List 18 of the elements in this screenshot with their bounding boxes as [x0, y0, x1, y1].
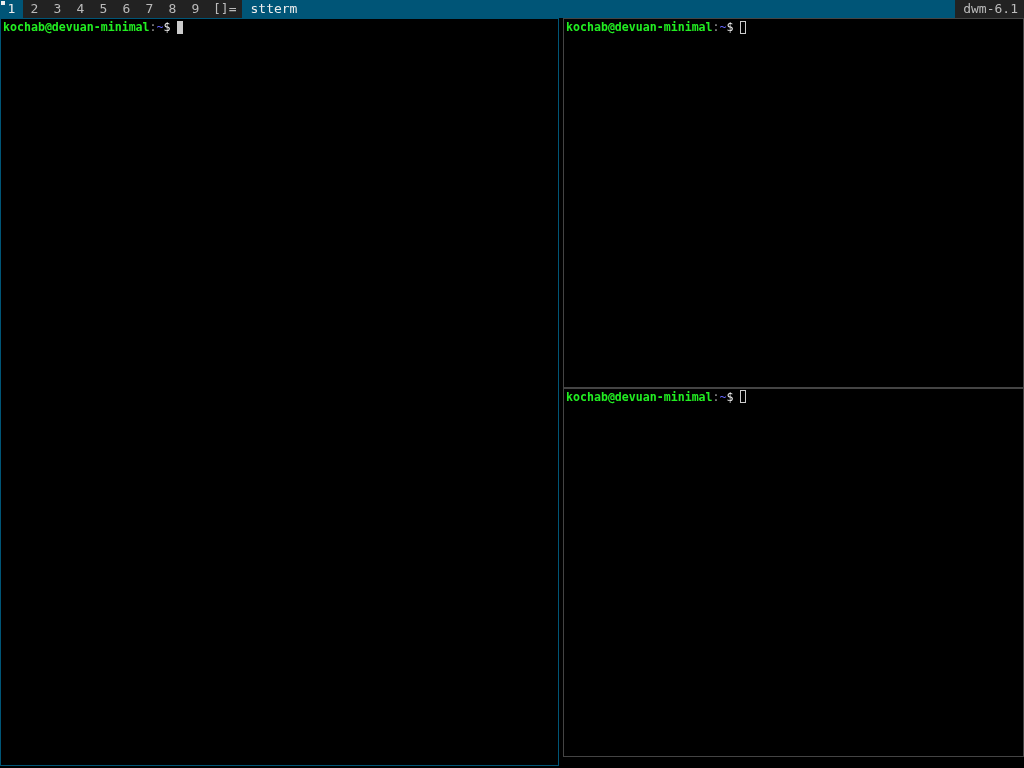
window-title: stterm	[242, 0, 956, 18]
prompt-separator: :	[149, 20, 157, 34]
terminal-window[interactable]: kochab@devuan-minimal:~$	[0, 18, 559, 766]
workspace-tag[interactable]: 1	[0, 0, 23, 18]
layout-symbol[interactable]: []=	[207, 0, 243, 18]
prompt-symbol: $	[726, 389, 734, 404]
prompt-symbol: $	[726, 20, 734, 34]
terminal-window[interactable]: kochab@devuan-minimal:~$	[563, 387, 1024, 757]
prompt-path: ~	[156, 20, 164, 34]
prompt-user-host: kochab@devuan-minimal	[566, 389, 713, 404]
terminal-window[interactable]: kochab@devuan-minimal:~$	[563, 18, 1024, 388]
prompt-path: ~	[719, 20, 727, 34]
prompt-path: ~	[719, 389, 727, 404]
prompt-separator: :	[712, 20, 720, 34]
prompt-user-host: kochab@devuan-minimal	[566, 20, 713, 34]
prompt-separator: :	[712, 389, 720, 404]
prompt-symbol: $	[163, 20, 171, 34]
prompt-user-host: kochab@devuan-minimal	[3, 20, 150, 34]
